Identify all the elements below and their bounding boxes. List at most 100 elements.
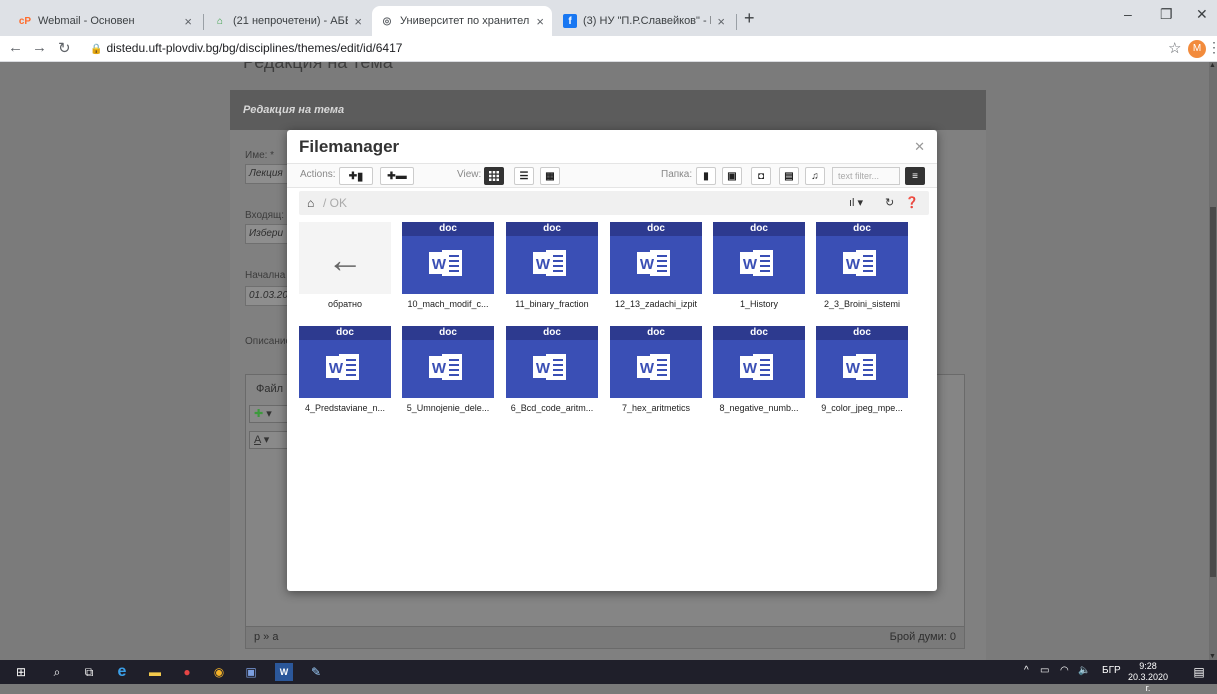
back-thumbnail: ← [299, 222, 391, 294]
arrow-left-icon: ← [327, 239, 363, 280]
edge-icon[interactable]: e [113, 663, 131, 681]
browser-tab-strip: cP Webmail - Основен × ⌂ (21 непрочетени… [0, 0, 1217, 36]
menu-kebab-icon[interactable]: ⋮ [1207, 39, 1217, 56]
incoming-label: Входящ: [245, 210, 285, 221]
file-item[interactable]: doc W 11_binary_fraction [506, 222, 598, 316]
editor-font-color-button[interactable]: A ▾ [249, 431, 289, 449]
file-item[interactable]: doc W 10_mach_modif_c... [402, 222, 494, 316]
tab-university[interactable]: ◎ Университет по хранителни тех × [372, 6, 552, 36]
app-red-icon[interactable]: ● [178, 663, 196, 681]
new-folder-button[interactable]: ✚ ▬ [380, 167, 414, 185]
task-view-icon[interactable]: ⧉ [80, 663, 98, 681]
upload-file-button[interactable]: ✚ ▮ [339, 167, 373, 185]
word-logo: W [637, 354, 670, 380]
notifications-icon[interactable]: ▤ [1190, 663, 1208, 681]
editor-status-bar: p » a Брой думи: 0 [246, 626, 964, 648]
close-icon[interactable]: × [354, 14, 362, 29]
file-item[interactable]: doc W 8_negative_numb... [713, 326, 805, 420]
file-name: 4_Predstaviane_n... [304, 403, 386, 413]
file-item[interactable]: doc W 1_History [713, 222, 805, 316]
chrome-icon[interactable]: ◉ [210, 663, 228, 681]
language-indicator[interactable]: БГР [1102, 665, 1121, 676]
wifi-icon[interactable]: ◠ [1060, 665, 1069, 676]
forward-arrow-icon[interactable]: → [32, 39, 47, 56]
file-item[interactable]: doc W 9_color_jpeg_mpe... [816, 326, 908, 420]
file-item[interactable]: doc W 7_hex_aritmetics [610, 326, 702, 420]
file-item[interactable]: doc W 5_Umnojenie_dele... [402, 326, 494, 420]
grid-view-icon[interactable] [484, 167, 504, 185]
new-tab-button[interactable]: + [744, 8, 755, 29]
svg-text:W: W [640, 256, 655, 273]
word-document-icon: doc W [816, 326, 908, 398]
url-text: distedu.uft-plovdiv.bg/bg/disciplines/th… [106, 41, 403, 55]
file-item[interactable]: doc W 2_3_Broini_sistemi [816, 222, 908, 316]
file-explorer-icon[interactable]: ▬ [146, 663, 164, 681]
word-taskbar-icon[interactable]: W [275, 663, 293, 681]
modal-title: Filemanager [299, 137, 400, 156]
word-document-icon: doc W [506, 326, 598, 398]
back-folder-item[interactable]: ← обратно [299, 222, 391, 316]
clock[interactable]: 9:28 20.3.2020 г. [1128, 661, 1168, 694]
page-scrollbar[interactable]: ▲ ▼ [1209, 62, 1217, 660]
menu-icon[interactable]: ≡ [905, 167, 925, 185]
scroll-up-icon[interactable]: ▲ [1209, 62, 1216, 69]
word-logo: W [429, 354, 462, 380]
tab-abv[interactable]: ⌂ (21 непрочетени) - АБВ поща × [205, 6, 370, 36]
word-document-icon: doc W [713, 222, 805, 294]
text-filter-input[interactable]: text filter... [832, 167, 900, 185]
word-document-icon: doc W [816, 222, 908, 294]
filter-images-icon[interactable]: ▣ [722, 167, 742, 185]
file-item[interactable]: doc W 12_13_zadachi_izpit [610, 222, 702, 316]
reload-icon[interactable]: ↻ [58, 39, 71, 57]
svg-text:W: W [640, 360, 655, 377]
profile-avatar[interactable]: M [1188, 40, 1206, 58]
tab-title: Университет по хранителни тех [400, 15, 530, 27]
restore-icon[interactable]: ❐ [1160, 6, 1173, 23]
home-icon[interactable]: ⌂ [307, 196, 314, 210]
tab-webmail[interactable]: cP Webmail - Основен × [10, 6, 200, 36]
tray-expand-icon[interactable]: ^ [1024, 665, 1029, 676]
window-close-icon[interactable]: ✕ [1196, 6, 1208, 23]
file-item[interactable]: doc W 6_Bcd_code_aritm... [506, 326, 598, 420]
detail-view-icon[interactable]: ▦ [540, 167, 560, 185]
editor-insert-button[interactable]: ✚ ▾ [249, 405, 289, 423]
paint-icon[interactable]: ✎ [307, 663, 325, 681]
filter-music-icon[interactable]: ♫ [805, 167, 825, 185]
battery-icon[interactable]: ▭ [1040, 665, 1049, 676]
word-logo: W [740, 354, 773, 380]
volume-icon[interactable]: 🔈 [1078, 665, 1090, 676]
address-bar: ← → ↻ 🔒 distedu.uft-plovdiv.bg/bg/discipl… [0, 36, 1217, 62]
close-icon[interactable]: × [717, 14, 725, 29]
tab-facebook[interactable]: f (3) НУ "П.Р.Славейков" - la × [555, 6, 733, 36]
filter-archives-icon[interactable]: ◘ [751, 167, 771, 185]
windows-start-icon[interactable]: ⊞ [12, 663, 30, 681]
app-window-icon[interactable]: ▣ [242, 663, 260, 681]
filter-video-icon[interactable]: ▤ [779, 167, 799, 185]
list-view-icon[interactable]: ☰ [514, 167, 534, 185]
item-label: обратно [327, 299, 363, 309]
bookmark-star-icon[interactable]: ☆ [1168, 39, 1181, 57]
close-icon[interactable]: ✕ [914, 139, 925, 155]
facebook-icon: f [563, 14, 577, 28]
actions-label: Actions: [300, 169, 336, 180]
url-field[interactable]: 🔒 distedu.uft-plovdiv.bg/bg/disciplines/t… [90, 41, 402, 55]
sort-icon[interactable]: ıl ▾ [849, 196, 863, 209]
cpanel-icon: cP [18, 15, 32, 27]
back-arrow-icon[interactable]: ← [8, 39, 23, 56]
svg-text:W: W [329, 360, 344, 377]
help-icon[interactable]: ❓ [905, 196, 919, 209]
file-item[interactable]: doc W 4_Predstaviane_n... [299, 326, 391, 420]
filter-files-icon[interactable]: ▮ [696, 167, 716, 185]
minimize-icon[interactable]: – [1124, 6, 1132, 22]
scrollbar-thumb[interactable] [1210, 207, 1216, 577]
search-icon[interactable]: ⌕ [48, 663, 66, 681]
close-icon[interactable]: × [184, 14, 192, 29]
editor-menu-file[interactable]: Файл [256, 383, 283, 395]
refresh-icon[interactable]: ↻ [885, 196, 894, 209]
word-logo: W [533, 250, 566, 276]
clock-time: 9:28 [1139, 661, 1157, 671]
file-name: 1_History [739, 299, 778, 309]
scroll-down-icon[interactable]: ▼ [1209, 653, 1216, 660]
filemanager-toolbar: Actions: ✚ ▮ ✚ ▬ View: ☰ ▦ Папка: ▮ ▣ ◘ ▤ … [287, 163, 937, 188]
close-icon[interactable]: × [536, 14, 544, 29]
